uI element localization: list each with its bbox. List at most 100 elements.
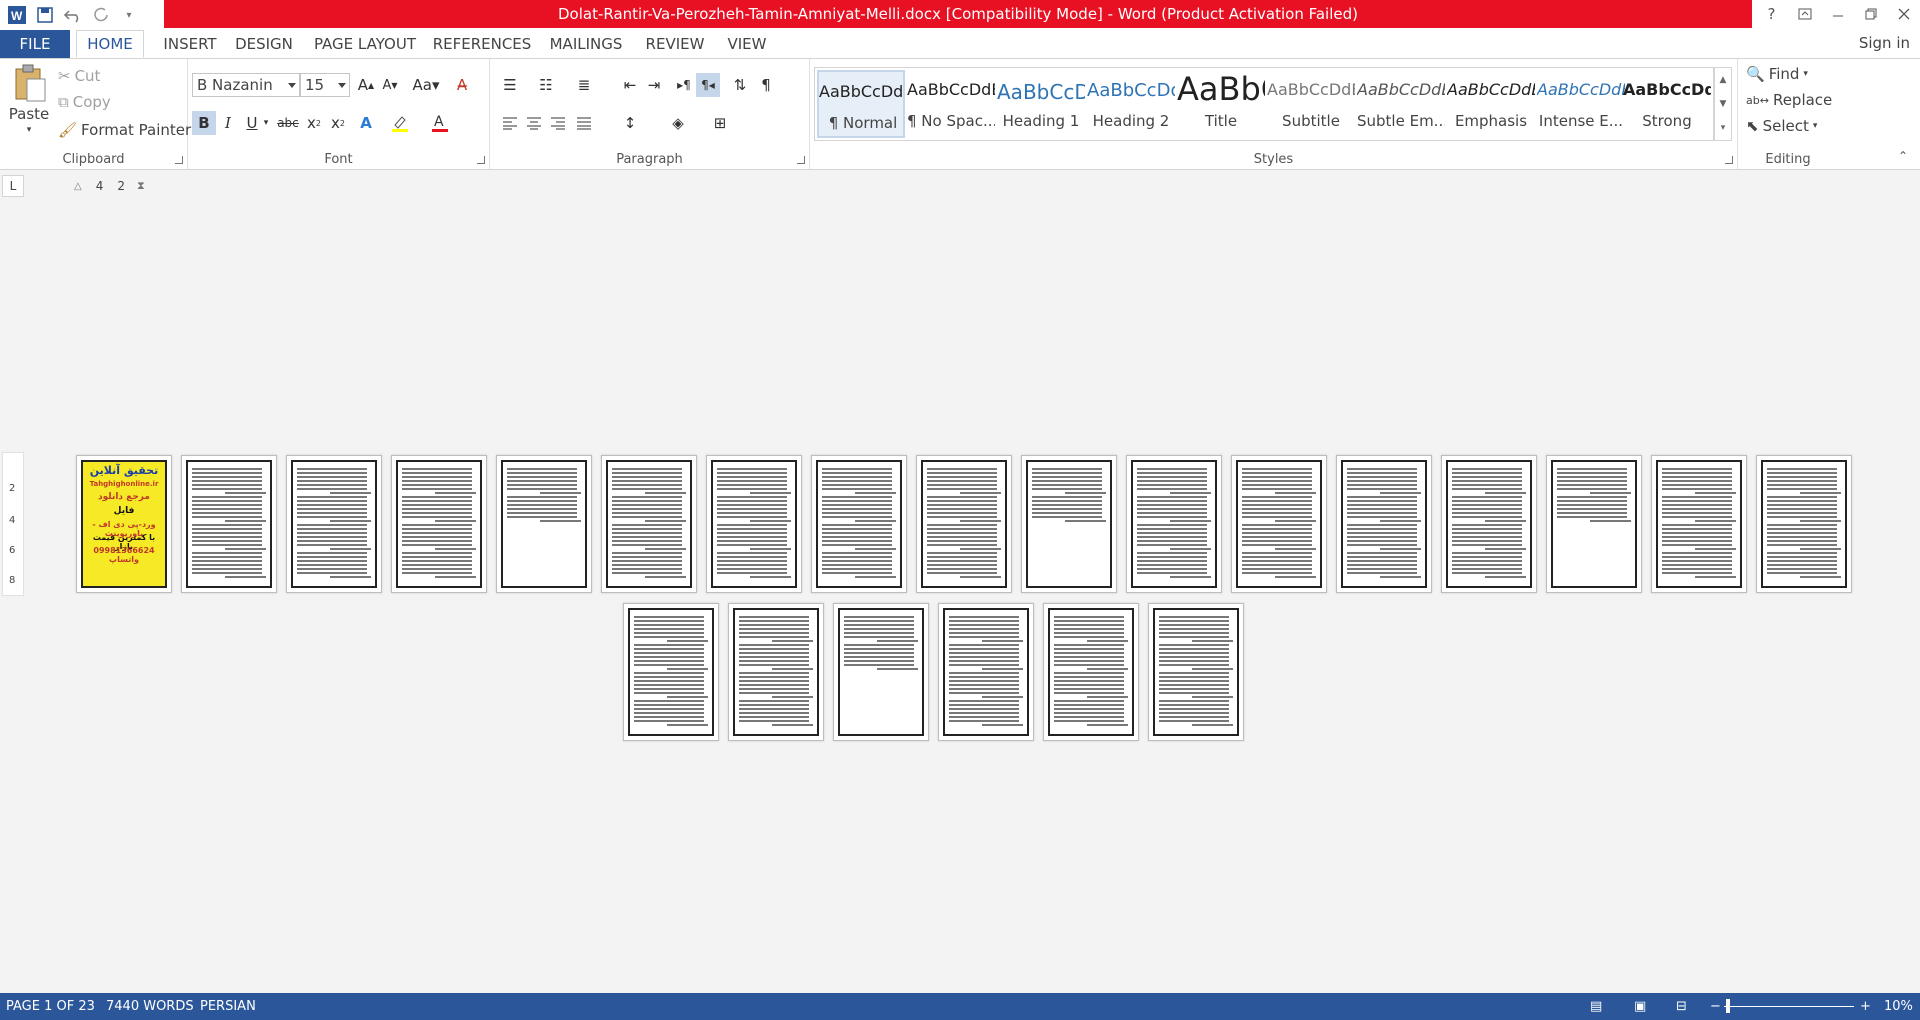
cut-button[interactable]: ✂ Cut [58,67,100,85]
bold-button[interactable]: B [192,111,216,135]
strikethrough-button[interactable]: abc [276,111,300,135]
tab-file[interactable]: FILE [0,30,70,58]
page-thumbnail[interactable] [833,603,929,741]
replace-button[interactable]: ab↔ Replace [1746,91,1832,109]
print-layout-icon[interactable]: ▣ [1634,993,1646,1020]
page-thumbnail[interactable] [706,455,802,593]
text-effects-icon[interactable]: A [354,111,378,135]
zoom-level[interactable]: 10% [1884,993,1913,1020]
font-dialog-launcher[interactable] [477,156,485,164]
format-painter-button[interactable]: 🖌 Format Painter [58,121,191,139]
web-layout-icon[interactable]: ⊟ [1676,993,1687,1020]
numbering-icon[interactable]: ☷ [534,73,558,97]
font-name-combo[interactable]: B Nazanin [192,73,300,97]
paragraph-dialog-launcher[interactable] [797,156,805,164]
document-canvas[interactable]: تحقیق آنلاین Tahghighonline.ir مرجع دانلود… [26,200,1920,990]
scroll-up-icon[interactable]: ▲ [1720,75,1727,85]
underline-dropdown-icon[interactable]: ▾ [260,111,272,135]
restore-icon[interactable] [1854,0,1887,28]
page-count-status[interactable]: PAGE 1 OF 23 [6,993,95,1020]
align-center-icon[interactable] [522,111,546,135]
page-thumbnail[interactable] [1231,455,1327,593]
page-thumbnail-cover[interactable]: تحقیق آنلاین Tahghighonline.ir مرجع دانلود… [76,455,172,593]
style-emphasis[interactable]: AaBbCcDdEe Emphasis [1447,70,1535,138]
align-right-icon[interactable] [546,111,570,135]
tab-design[interactable]: DESIGN [230,30,298,58]
page-thumbnail[interactable] [181,455,277,593]
vertical-ruler[interactable]: 2 4 6 8 [2,452,24,596]
tab-selector[interactable]: L [2,175,24,197]
page-thumbnail[interactable] [1441,455,1537,593]
word-count-status[interactable]: 7440 WORDS [106,993,194,1020]
page-thumbnail[interactable] [938,603,1034,741]
scroll-down-icon[interactable]: ▼ [1720,99,1727,109]
sign-in-link[interactable]: Sign in [1859,34,1910,52]
show-formatting-marks-icon[interactable]: ¶ [754,73,778,97]
style-normal[interactable]: AaBbCcDdEe ¶ Normal [817,70,905,138]
page-thumbnail[interactable] [286,455,382,593]
change-case-icon[interactable]: Aa▾ [410,73,442,97]
copy-button[interactable]: ⧉ Copy [58,93,111,111]
ltr-direction-icon[interactable]: ▸¶ [672,73,696,97]
tab-insert[interactable]: INSERT [156,30,224,58]
select-button[interactable]: ⬉ Select ▾ [1746,117,1817,135]
page-thumbnail[interactable] [1126,455,1222,593]
grow-font-icon[interactable]: A ▲ [354,73,378,97]
clipboard-dialog-launcher[interactable] [175,156,183,164]
font-color-icon[interactable]: A [428,111,452,135]
redo-icon[interactable] [90,4,112,26]
page-thumbnail[interactable] [811,455,907,593]
styles-gallery-scroll[interactable]: ▲ ▼ ▾ [1714,67,1732,141]
collapse-ribbon-icon[interactable]: ⌃ [1898,149,1908,163]
page-thumbnail[interactable] [1021,455,1117,593]
page-thumbnail[interactable] [1651,455,1747,593]
minimize-icon[interactable] [1821,0,1854,28]
tab-references[interactable]: REFERENCES [430,30,534,58]
style-heading-2[interactable]: AaBbCcDdEe Heading 2 [1087,70,1175,138]
paste-button[interactable]: Paste ▾ [6,63,52,135]
tab-page-layout[interactable]: PAGE LAYOUT [310,30,420,58]
save-icon[interactable] [34,4,56,26]
close-icon[interactable] [1887,0,1920,28]
decrease-indent-icon[interactable]: ⇤ [618,73,642,97]
increase-indent-icon[interactable]: ⇥ [642,73,666,97]
subscript-button[interactable]: x2 [302,111,326,135]
right-indent-icon[interactable]: ⧗ [137,179,145,193]
indent-marker-icon[interactable]: △ [74,181,82,192]
style-no-spacing[interactable]: AaBbCcDdEe ¶ No Spac... [907,70,995,138]
zoom-slider-thumb[interactable] [1726,999,1730,1013]
word-app-icon[interactable]: W [6,4,28,26]
tab-review[interactable]: REVIEW [638,30,712,58]
undo-icon[interactable] [62,4,84,26]
read-mode-icon[interactable]: ▤ [1590,993,1602,1020]
style-subtitle[interactable]: AaBbCcDdEe Subtitle [1267,70,1355,138]
styles-dialog-launcher[interactable] [1725,156,1733,164]
page-thumbnail[interactable] [391,455,487,593]
page-thumbnail[interactable] [728,603,824,741]
style-strong[interactable]: AaBbCcDdEe Strong [1623,70,1711,138]
justify-icon[interactable] [572,111,596,135]
find-button[interactable]: 🔍 Find ▾ [1746,65,1808,83]
borders-icon[interactable]: ⊞ [708,111,732,135]
style-subtle-emphasis[interactable]: AaBbCcDdEe Subtle Em... [1357,70,1445,138]
bullets-icon[interactable]: ☰ [498,73,522,97]
multilevel-list-icon[interactable]: ≣ [572,73,596,97]
ribbon-display-options-icon[interactable] [1788,0,1821,28]
page-thumbnail[interactable] [1336,455,1432,593]
customize-toolbar-icon[interactable]: ▾ [118,4,140,26]
style-intense-emphasis[interactable]: AaBbCcDdEe Intense E... [1537,70,1625,138]
page-thumbnail[interactable] [496,455,592,593]
superscript-button[interactable]: x2 [326,111,350,135]
clear-formatting-icon[interactable]: A̶ [450,73,474,97]
line-spacing-icon[interactable]: ↕ [618,111,642,135]
page-thumbnail[interactable] [601,455,697,593]
zoom-in-icon[interactable]: + [1860,993,1871,1020]
tab-home[interactable]: HOME [76,30,144,58]
language-status[interactable]: PERSIAN [200,993,256,1020]
style-heading-1[interactable]: AaBbCcDdEe Heading 1 [997,70,1085,138]
page-thumbnail[interactable] [1148,603,1244,741]
style-title[interactable]: AaBbCcDdEe Title [1177,70,1265,138]
horizontal-ruler[interactable]: △ 4 2 ⧗ [74,175,170,197]
align-left-icon[interactable] [498,111,522,135]
sort-icon[interactable]: ⇅ [728,73,752,97]
